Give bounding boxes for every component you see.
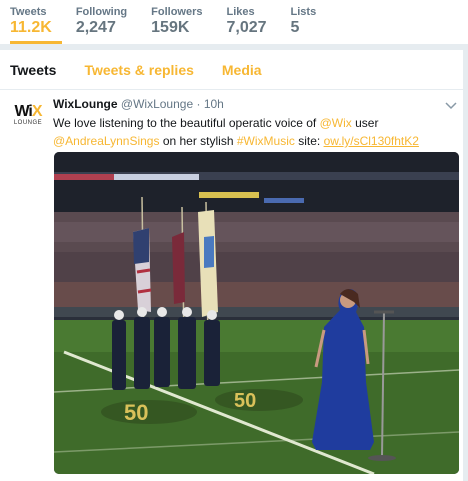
avatar[interactable]: WiX LOUNGE (10, 104, 46, 140)
stat-label: Tweets (10, 6, 47, 18)
field-number: 50 (234, 390, 256, 412)
avatar-logo-text: WiX (14, 103, 43, 120)
stat-label: Likes (226, 6, 255, 18)
hashtag-link[interactable]: #WixMusic (237, 134, 295, 148)
stat-value: 7,027 (226, 19, 267, 36)
tweet-photo[interactable]: 50 50 (54, 152, 459, 474)
stat-label: Following (75, 6, 128, 18)
stat-lists[interactable]: Lists 5 (291, 0, 317, 44)
mention-link[interactable]: @Wix (320, 116, 352, 130)
avatar-logo-x: X (31, 103, 43, 120)
tweet-text-part: site: (294, 134, 324, 148)
stat-following[interactable]: Following 2,247 (76, 0, 127, 44)
tweet-author-name[interactable]: WixLounge (53, 97, 118, 111)
stat-likes[interactable]: Likes 7,027 (226, 0, 266, 44)
stadium-photo: 50 50 (54, 152, 459, 474)
profile-stats-bar: Tweets 11.2K Following 2,247 Followers 1… (0, 0, 468, 44)
avatar-logo-sub: LOUNGE (13, 120, 43, 126)
stat-value: 5 (290, 19, 300, 36)
chevron-down-icon[interactable] (444, 98, 458, 112)
avatar-logo: WiX (10, 104, 46, 120)
tab-tweets-and-replies[interactable]: Tweets & replies (84, 62, 193, 78)
stat-value: 2,247 (75, 19, 116, 36)
tab-tweets[interactable]: Tweets (10, 62, 56, 78)
tweet-text-part: We love listening to the beautiful opera… (53, 116, 320, 130)
tweet-text-part: on her stylish (159, 134, 237, 148)
avatar-logo-w: W (14, 103, 29, 120)
tab-media[interactable]: Media (222, 62, 262, 78)
tweet-body: WixLounge @WixLounge · 10h We love liste… (53, 96, 460, 150)
url-link[interactable]: ow.ly/sCl130fhtK2 (324, 134, 419, 148)
tweet-timestamp[interactable]: 10h (204, 97, 224, 111)
stat-followers[interactable]: Followers 159K (151, 0, 202, 44)
stat-tweets[interactable]: Tweets 11.2K (10, 0, 62, 44)
tweet-author-handle[interactable]: @WixLounge (121, 97, 193, 111)
field-number: 50 (124, 400, 148, 425)
stat-value: 11.2K (10, 19, 52, 36)
tweet-header: WixLounge @WixLounge · 10h (53, 96, 460, 112)
stat-label: Followers (151, 6, 203, 18)
mention-link[interactable]: @AndreaLynnSings (53, 134, 159, 148)
stat-label: Lists (290, 6, 317, 18)
stat-value: 159K (151, 19, 190, 36)
tweet-text: We love listening to the beautiful opera… (53, 114, 460, 150)
separator-dot: · (196, 97, 201, 111)
tweet-text-part: user (351, 116, 379, 130)
timeline-tabs: Tweets Tweets & replies Media (0, 50, 463, 90)
